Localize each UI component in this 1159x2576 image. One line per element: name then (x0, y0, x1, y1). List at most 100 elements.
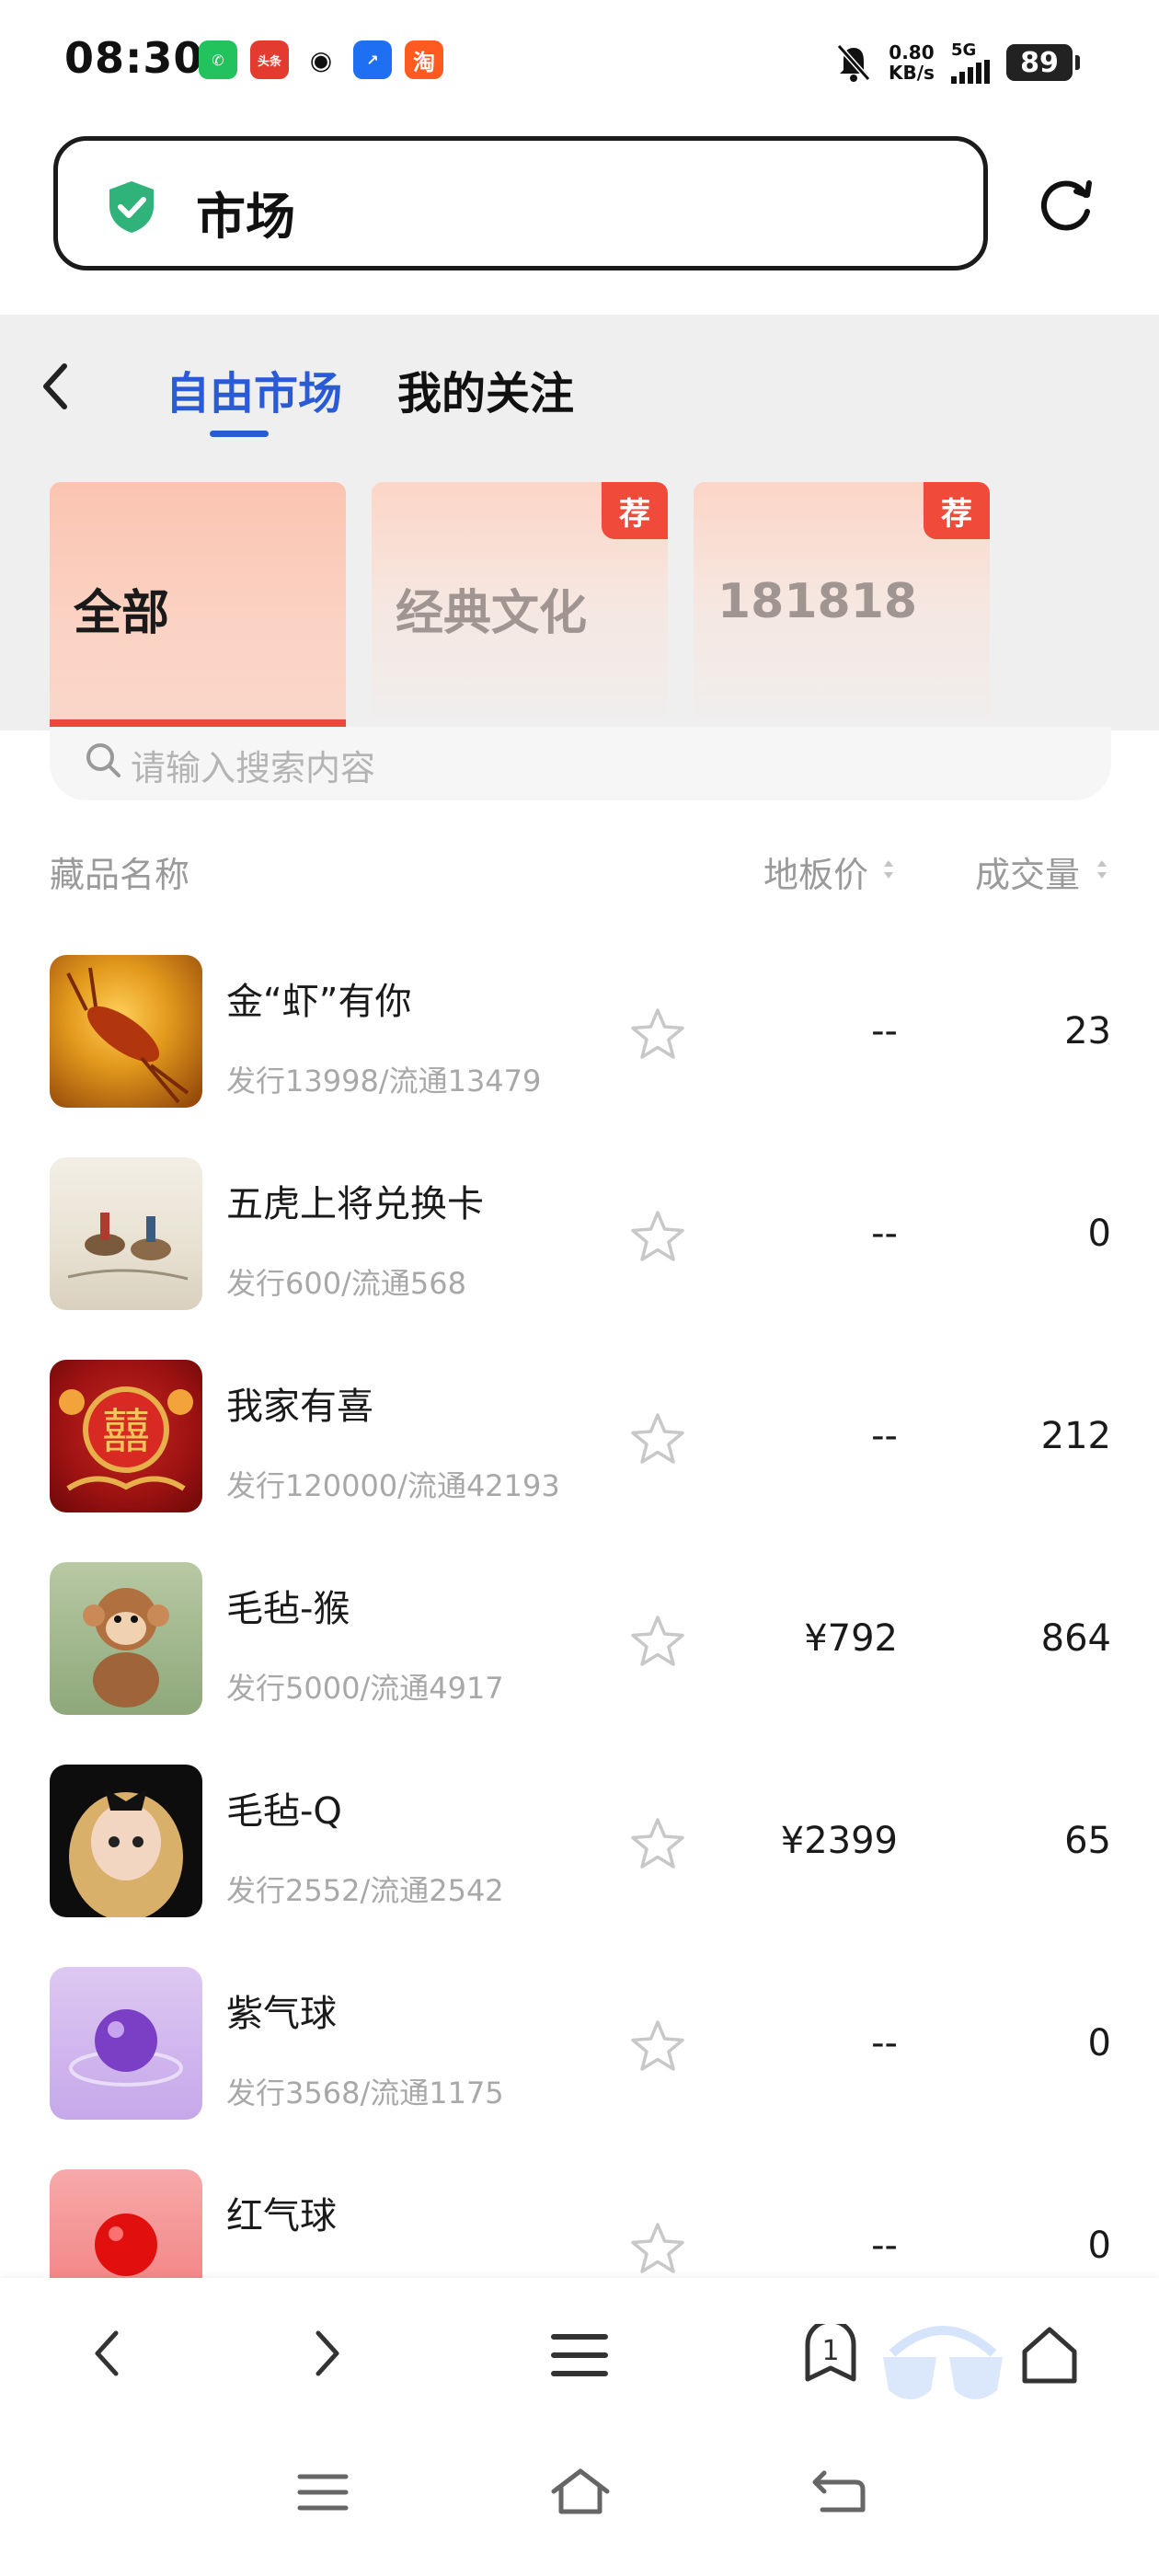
item-floor-price: -- (871, 2022, 898, 2064)
refresh-icon[interactable] (1038, 175, 1096, 234)
item-volume: 0 (1087, 2022, 1111, 2064)
address-text: 市场 (196, 188, 295, 246)
item-name: 紫气球 (226, 1993, 337, 2035)
item-supply: 发行13998/流通13479 (226, 1064, 542, 1098)
menu-icon[interactable] (550, 2331, 609, 2379)
sort-icon[interactable] (1095, 857, 1109, 881)
favorite-star-icon[interactable] (629, 1006, 686, 1062)
list-item[interactable]: 五虎上将兑换卡 发行600/流通568 -- 0 (0, 1157, 1159, 1360)
net-speed-value: 0.80 (889, 41, 935, 63)
status-time: 08:30 (64, 33, 204, 83)
item-name: 五虎上将兑换卡 (226, 1183, 484, 1225)
browser-toolbar: 1 (0, 2278, 1159, 2576)
app-icon: ↗ (353, 40, 392, 79)
wechat-icon: ✆ (199, 40, 237, 79)
list-item[interactable]: 金“虾”有你 发行13998/流通13479 -- 23 (0, 955, 1159, 1157)
taobao-icon: 淘 (405, 40, 443, 79)
column-header-volume[interactable]: 成交量 (975, 846, 1080, 897)
net-speed-unit: KB/s (889, 62, 935, 84)
search-input[interactable]: 请输入搜索内容 (50, 727, 1111, 800)
item-thumbnail-felt-doll (50, 1765, 202, 1917)
item-name: 金“虾”有你 (226, 981, 412, 1023)
favorite-star-icon[interactable] (629, 1816, 686, 1871)
status-bar: 08:30 ✆ 头条 ◉ ↗ 淘 0.80 KB/s 5G 89 (0, 0, 1159, 121)
home-icon[interactable] (1019, 2326, 1080, 2385)
favorite-star-icon[interactable] (629, 1411, 686, 1466)
recommend-badge: 荐 (602, 482, 668, 539)
item-thumbnail-double-happiness: 囍 (50, 1360, 202, 1512)
item-name: 毛毡-Q (226, 1790, 342, 1833)
qq-icon: ◉ (302, 40, 340, 79)
list-item[interactable]: 毛毡-Q 发行2552/流通2542 ¥2399 65 (0, 1765, 1159, 1967)
item-thumbnail-purple-balloon (50, 1967, 202, 2120)
favorite-star-icon[interactable] (629, 2018, 686, 2074)
item-supply: 发行5000/流通4917 (226, 1671, 504, 1706)
item-thumbnail-lobster (50, 955, 202, 1108)
system-menu-icon[interactable] (296, 2471, 350, 2513)
signal-indicator: 5G (950, 40, 990, 84)
item-floor-price: -- (871, 2225, 898, 2267)
shield-check-icon (109, 181, 154, 233)
column-header-floor-price[interactable]: 地板价 (763, 846, 868, 897)
item-supply: 发行120000/流通42193 (226, 1468, 560, 1503)
item-name: 毛毡-猴 (226, 1588, 350, 1630)
category-label: 181818 (717, 574, 918, 629)
item-name: 红气球 (226, 2195, 337, 2237)
browser-back-icon[interactable] (88, 2326, 125, 2381)
notification-icons: ✆ 头条 ◉ ↗ 淘 (199, 40, 443, 81)
item-name: 我家有喜 (226, 1386, 373, 1428)
tab-count: 1 (821, 2335, 840, 2367)
tab-my-follow[interactable]: 我的关注 (397, 357, 574, 421)
category-label: 经典文化 (396, 586, 588, 641)
item-volume: 0 (1087, 2225, 1111, 2267)
net-speed: 0.80 KB/s (889, 42, 935, 83)
item-floor-price: -- (871, 1010, 898, 1052)
browser-forward-icon[interactable] (309, 2326, 346, 2381)
signal-bars-icon (950, 60, 990, 84)
item-floor-price: ¥792 (804, 1617, 898, 1660)
category-181818[interactable]: 181818 荐 (694, 482, 990, 730)
item-volume: 23 (1064, 1010, 1111, 1052)
recommend-badge: 荐 (924, 482, 990, 539)
signal-label: 5G (950, 40, 977, 60)
item-volume: 0 (1087, 1213, 1111, 1255)
list-item[interactable]: 毛毡-猴 发行5000/流通4917 ¥792 864 (0, 1562, 1159, 1765)
item-supply: 发行600/流通568 (226, 1266, 466, 1301)
favorite-star-icon[interactable] (629, 2221, 686, 2276)
item-floor-price: -- (871, 1415, 898, 1457)
item-floor-price: ¥2399 (780, 1820, 898, 1862)
item-supply: 发行3568/流通1175 (226, 2076, 504, 2110)
tabs-button[interactable]: 1 (800, 2318, 861, 2388)
mute-bell-icon (836, 44, 871, 82)
battery-level: 89 (1020, 46, 1059, 79)
toutiao-icon: 头条 (250, 40, 289, 79)
category-classic-culture[interactable]: 经典文化 荐 (372, 482, 668, 730)
address-bar[interactable]: 市场 (53, 136, 988, 270)
item-thumbnail-felt-monkey (50, 1562, 202, 1715)
item-supply: 发行2552/流通2542 (226, 1873, 504, 1908)
column-header-name: 藏品名称 (50, 855, 190, 895)
category-all[interactable]: 全部 (50, 482, 346, 730)
sort-icon[interactable] (881, 857, 896, 881)
item-volume: 864 (1040, 1617, 1111, 1660)
svg-text:囍: 囍 (102, 1405, 150, 1460)
item-thumbnail-painting (50, 1157, 202, 1310)
list-item[interactable]: 紫气球 发行3568/流通1175 -- 0 (0, 1967, 1159, 2169)
favorite-star-icon[interactable] (629, 1614, 686, 1669)
status-indicators: 0.80 KB/s 5G 89 (835, 37, 1080, 88)
category-label: 全部 (74, 586, 170, 641)
sunglasses-icon (883, 2326, 1003, 2399)
list-item[interactable]: 囍 我家有喜 发行120000/流通42193 -- 212 (0, 1360, 1159, 1562)
back-arrow-icon[interactable] (37, 361, 74, 412)
tab-free-market[interactable]: 自由市场 (166, 357, 342, 421)
item-floor-price: -- (871, 1213, 898, 1255)
item-volume: 212 (1040, 1415, 1111, 1457)
favorite-star-icon[interactable] (629, 1209, 686, 1264)
item-volume: 65 (1064, 1820, 1111, 1862)
battery-icon: 89 (1005, 44, 1080, 81)
system-home-icon[interactable] (548, 2466, 613, 2517)
search-placeholder: 请输入搜索内容 (131, 748, 376, 788)
search-icon (86, 743, 120, 777)
active-tab-indicator (210, 431, 269, 437)
system-back-icon[interactable] (809, 2467, 868, 2517)
